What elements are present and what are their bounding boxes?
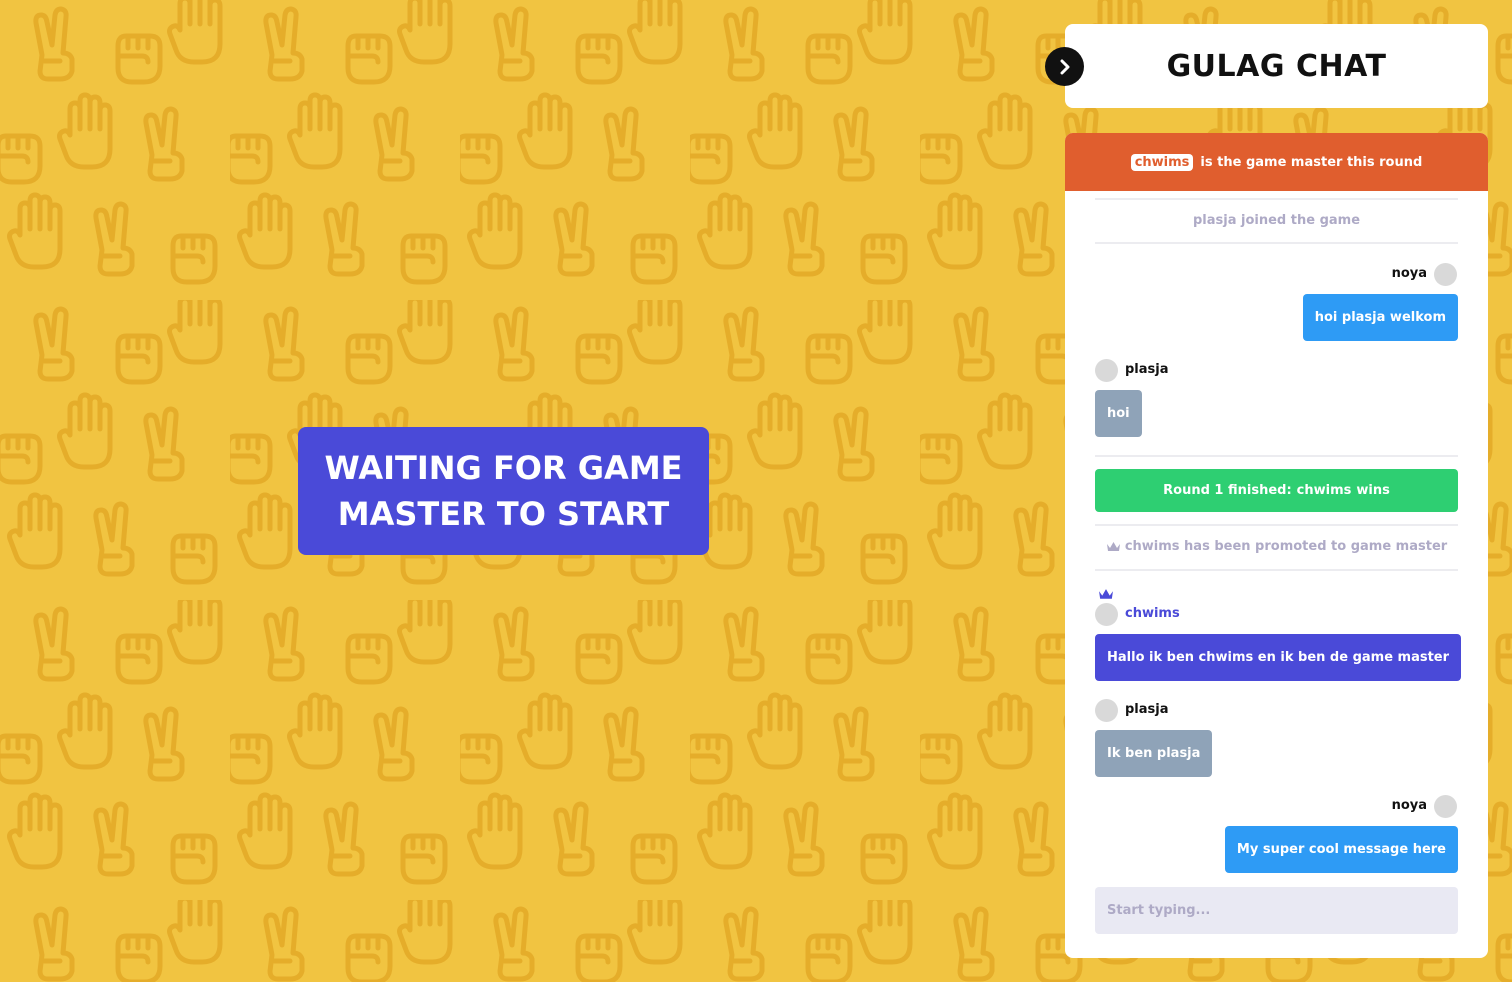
crown-icon bbox=[1106, 541, 1120, 551]
message-username: noya bbox=[1391, 798, 1427, 813]
chat-header: GULAG CHAT bbox=[1065, 24, 1488, 108]
round-finished-banner: Round 1 finished: chwims wins bbox=[1095, 469, 1458, 512]
system-message-promoted: chwims has been promoted to game master bbox=[1095, 539, 1458, 554]
message-username: plasja bbox=[1125, 702, 1169, 717]
divider bbox=[1095, 198, 1458, 200]
message-username-master: chwims bbox=[1125, 606, 1180, 621]
game-master-banner-text: is the game master this round bbox=[1200, 154, 1423, 170]
message-bubble: hoi plasja welkom bbox=[1302, 294, 1458, 341]
message-bubble: hoi bbox=[1095, 390, 1142, 437]
system-message-promoted-text: chwims has been promoted to game master bbox=[1124, 539, 1448, 554]
message-username: plasja bbox=[1125, 362, 1169, 377]
divider bbox=[1095, 569, 1458, 571]
chat-message-input[interactable] bbox=[1095, 887, 1458, 934]
round-winner: chwims bbox=[1296, 483, 1352, 498]
system-message-joined: plasja joined the game bbox=[1192, 213, 1361, 228]
divider bbox=[1095, 455, 1458, 457]
avatar bbox=[1434, 263, 1457, 286]
message-username: noya bbox=[1391, 266, 1427, 281]
divider bbox=[1095, 242, 1458, 244]
chat-title: GULAG CHAT bbox=[1166, 48, 1387, 84]
message-bubble: Ik ben plasja bbox=[1095, 730, 1213, 777]
chevron-right-icon bbox=[1060, 59, 1069, 74]
divider bbox=[1095, 524, 1458, 526]
waiting-text: WAITING FOR GAME MASTER TO START bbox=[324, 449, 683, 533]
waiting-for-master-banner: WAITING FOR GAME MASTER TO START bbox=[298, 427, 709, 555]
game-master-name: chwims bbox=[1130, 153, 1194, 171]
round-suffix: wins bbox=[1356, 483, 1390, 498]
crown-icon bbox=[1099, 589, 1113, 599]
avatar bbox=[1434, 795, 1457, 818]
avatar bbox=[1095, 603, 1118, 626]
round-prefix: Round 1 finished: bbox=[1163, 483, 1292, 498]
avatar bbox=[1095, 359, 1118, 382]
chat-panel: chwims is the game master this round pla… bbox=[1065, 133, 1488, 958]
collapse-chat-button[interactable] bbox=[1045, 47, 1084, 86]
avatar bbox=[1095, 699, 1118, 722]
message-bubble: Hallo ik ben chwims en ik ben de game ma… bbox=[1095, 634, 1462, 681]
game-master-banner: chwims is the game master this round bbox=[1065, 133, 1488, 191]
message-bubble: My super cool message here bbox=[1224, 826, 1458, 873]
